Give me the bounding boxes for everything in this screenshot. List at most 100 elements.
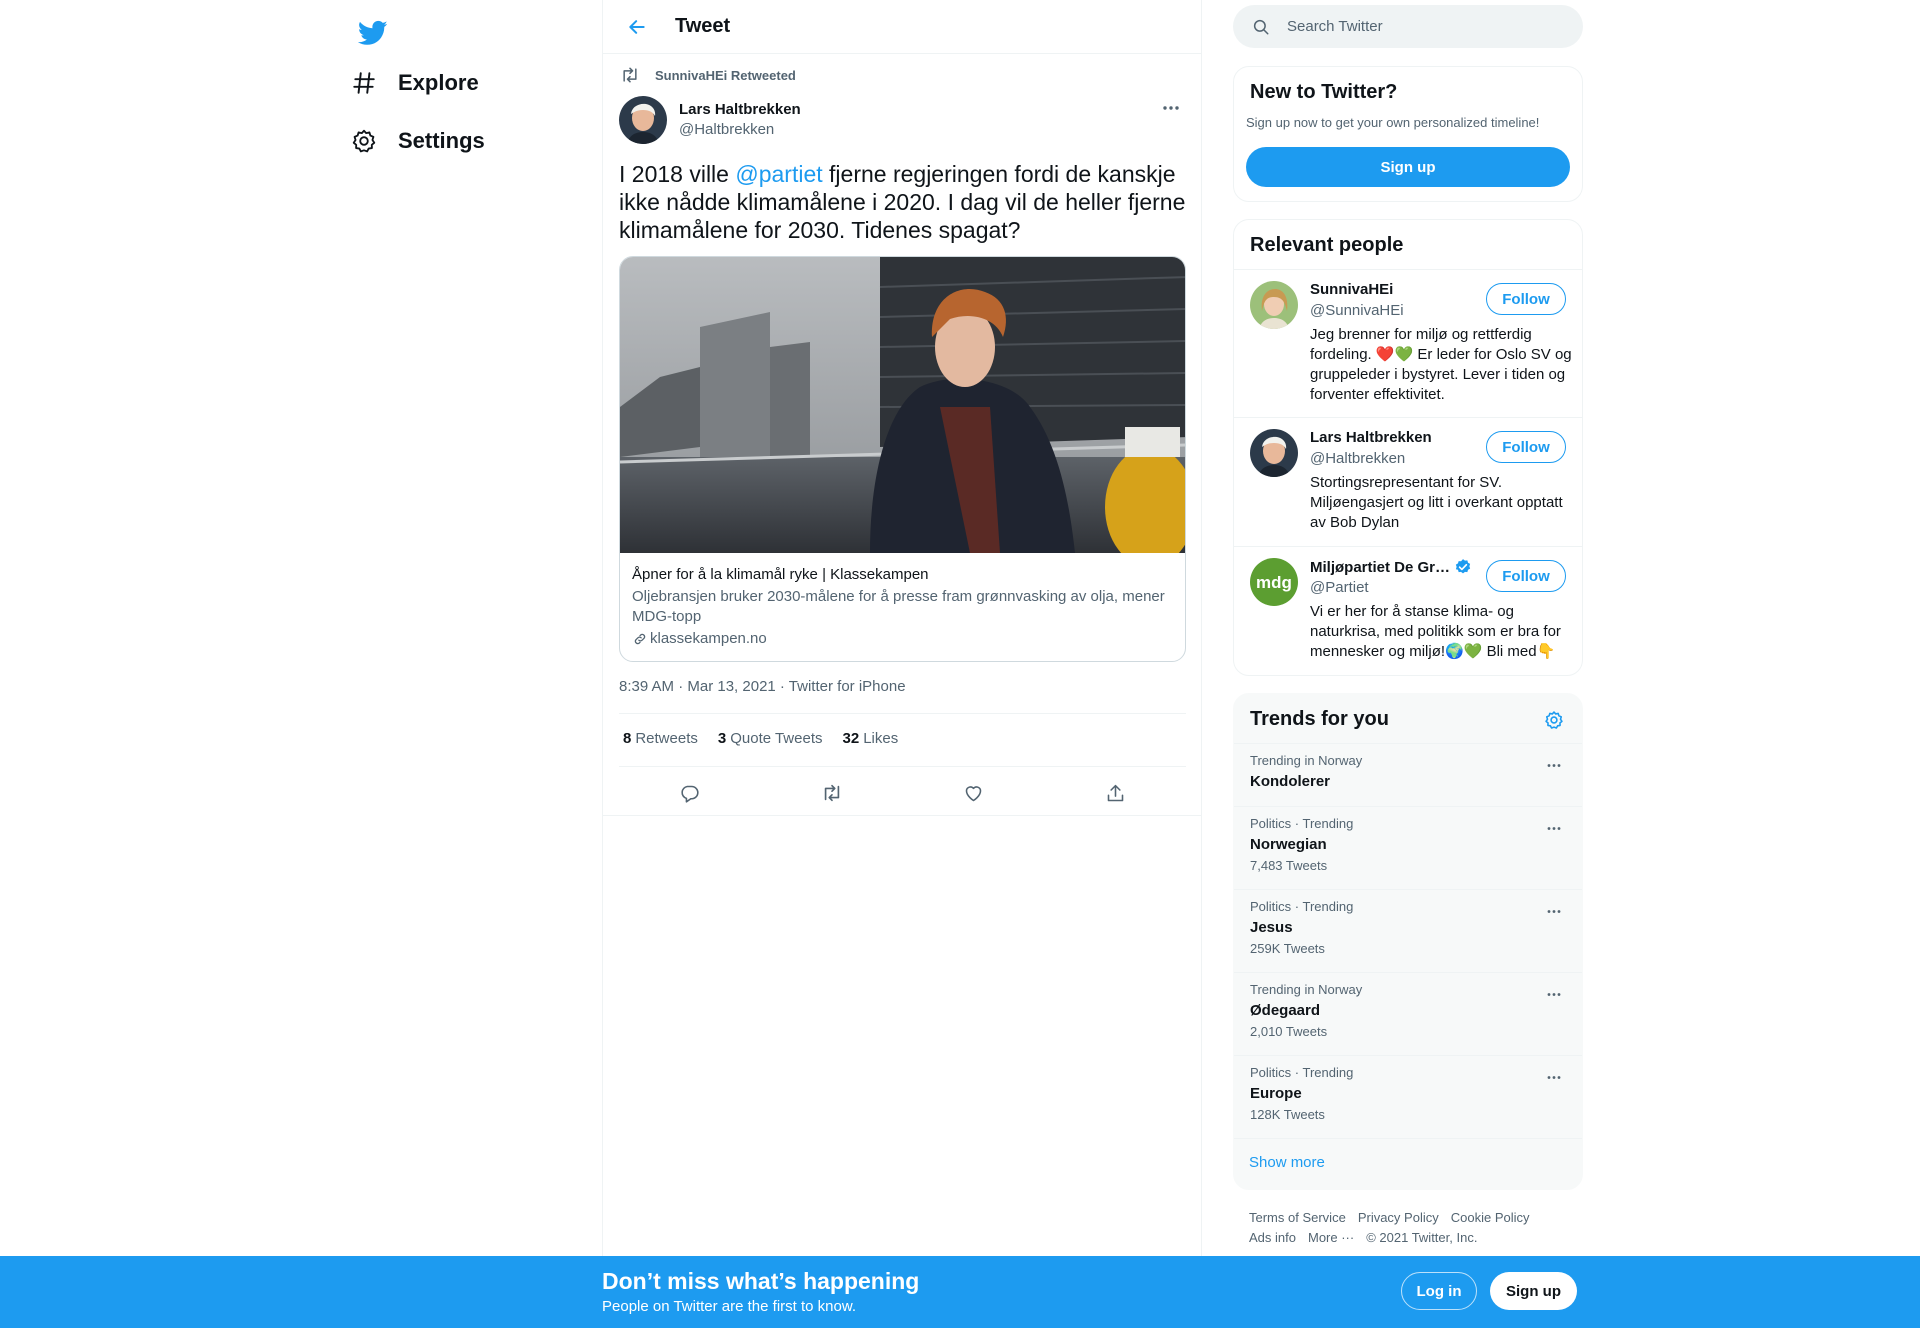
footer-link[interactable]: Privacy Policy xyxy=(1358,1210,1439,1225)
search-bar[interactable] xyxy=(1233,5,1583,48)
twitter-bird-icon[interactable] xyxy=(350,10,396,56)
card-title: Åpner for å la klimamål ryke | Klassekam… xyxy=(632,566,929,583)
like-button[interactable] xyxy=(956,776,990,810)
more-dots-icon xyxy=(1547,826,1561,830)
trend-item[interactable]: Trending in Norway Ødegaard 2,010 Tweets xyxy=(1234,972,1582,1055)
trend-context: Trending in Norway xyxy=(1250,982,1363,997)
share-button[interactable] xyxy=(1098,776,1132,810)
heart-icon xyxy=(965,785,982,801)
divider xyxy=(619,766,1186,767)
avatar[interactable] xyxy=(1250,429,1298,477)
panel-title: Trends for you xyxy=(1250,708,1389,730)
main-column: Tweet SunnivaHEi Retweeted Lars Haltbrek… xyxy=(602,0,1202,1328)
retweet-icon xyxy=(824,784,839,802)
footer-link[interactable]: Ads info xyxy=(1249,1230,1296,1245)
person-partiet[interactable]: mdg Miljøpartiet De Gr… @Partiet Follow … xyxy=(1234,546,1582,676)
reply-button[interactable] xyxy=(673,776,707,810)
page-header: Tweet xyxy=(603,0,1201,54)
person-name[interactable]: SunnivaHEi xyxy=(1310,281,1393,298)
person-bio: Vi er her for å stanse klima- og naturkr… xyxy=(1310,603,1561,660)
follow-button[interactable]: Follow xyxy=(1486,283,1566,315)
retweet-icon xyxy=(619,64,641,86)
hashtag-icon xyxy=(348,67,380,99)
trend-count: 128K Tweets xyxy=(1250,1107,1325,1122)
person-name-row[interactable]: Miljøpartiet De Gr… xyxy=(1310,558,1472,576)
trend-context: Politics · Trending xyxy=(1250,1065,1354,1080)
trend-context: Politics · Trending xyxy=(1250,816,1354,831)
avatar[interactable] xyxy=(1250,281,1298,329)
gear-icon xyxy=(348,125,380,157)
trend-more-button[interactable] xyxy=(1542,818,1566,838)
trend-name: Kondolerer xyxy=(1250,773,1331,790)
panel-subtitle: Sign up now to get your own personalized… xyxy=(1246,115,1540,130)
trend-more-button[interactable] xyxy=(1542,1067,1566,1087)
follow-button[interactable]: Follow xyxy=(1486,431,1566,463)
trend-item[interactable]: Politics · Trending Norwegian 7,483 Twee… xyxy=(1234,806,1582,889)
person-sunnivahei[interactable]: SunnivaHEi @SunnivaHEi Follow Jeg brenne… xyxy=(1234,269,1582,417)
footer-link[interactable]: Terms of Service xyxy=(1249,1210,1346,1225)
tweet-author[interactable]: Lars Haltbrekken @Haltbrekken xyxy=(619,96,801,144)
trends-panel: Trends for you Trending in Norway Kondol… xyxy=(1233,693,1583,1190)
new-to-twitter-panel: New to Twitter? Sign up now to get your … xyxy=(1233,66,1583,202)
signup-button[interactable]: Sign up xyxy=(1246,147,1570,187)
person-haltbrekken[interactable]: Lars Haltbrekken @Haltbrekken Follow Sto… xyxy=(1234,417,1582,546)
signup-button[interactable]: Sign up xyxy=(1490,1272,1577,1310)
card-image[interactable] xyxy=(620,257,1185,553)
footer-link[interactable]: More ··· xyxy=(1308,1230,1354,1245)
trend-name: Jesus xyxy=(1250,919,1293,936)
retweets-count[interactable]: 8 Retweets xyxy=(623,730,698,747)
tweet-actions xyxy=(619,776,1186,808)
follow-button[interactable]: Follow xyxy=(1486,560,1566,592)
banner-title: Don’t miss what’s happening xyxy=(602,1268,920,1294)
trend-name: Europe xyxy=(1250,1085,1302,1102)
arrow-left-icon xyxy=(629,19,645,34)
nav-item-settings[interactable]: Settings xyxy=(348,116,485,166)
trend-name: Norwegian xyxy=(1250,836,1327,853)
card-domain: klassekampen.no xyxy=(632,629,1173,649)
author-handle[interactable]: @Haltbrekken xyxy=(679,120,801,140)
stat-number: 8 xyxy=(623,730,632,747)
nav-item-explore[interactable]: Explore xyxy=(348,58,479,108)
trends-settings-button[interactable] xyxy=(1542,708,1566,732)
trend-count: 259K Tweets xyxy=(1250,941,1325,956)
trend-more-button[interactable] xyxy=(1542,984,1566,1004)
trend-item[interactable]: Politics · Trending Jesus 259K Tweets xyxy=(1234,889,1582,972)
link-icon xyxy=(632,631,648,647)
panel-title: Relevant people xyxy=(1250,234,1404,256)
retweet-context[interactable]: SunnivaHEi Retweeted xyxy=(619,64,796,86)
avatar[interactable] xyxy=(619,96,667,144)
trend-more-button[interactable] xyxy=(1542,755,1566,775)
search-input[interactable] xyxy=(1287,18,1547,35)
person-handle[interactable]: @Partiet xyxy=(1310,579,1369,596)
more-dots-icon xyxy=(1547,1075,1561,1079)
link-card[interactable]: Åpner for å la klimamål ryke | Klassekam… xyxy=(619,256,1186,662)
show-more-link[interactable]: Show more xyxy=(1249,1154,1325,1171)
login-button[interactable]: Log in xyxy=(1401,1272,1477,1310)
person-handle[interactable]: @Haltbrekken xyxy=(1310,450,1405,467)
trend-item[interactable]: Politics · Trending Europe 128K Tweets xyxy=(1234,1055,1582,1138)
author-name[interactable]: Lars Haltbrekken xyxy=(679,100,801,120)
tweet-timestamp[interactable]: 8:39 AM · Mar 13, 2021 · Twitter for iPh… xyxy=(619,678,906,695)
signup-banner: Don’t miss what’s happening People on Tw… xyxy=(0,1256,1920,1328)
trend-count: 7,483 Tweets xyxy=(1250,858,1328,873)
trend-more-button[interactable] xyxy=(1542,901,1566,921)
trend-item[interactable]: Trending in Norway Kondolerer xyxy=(1234,743,1582,806)
quote-tweets-count[interactable]: 3 Quote Tweets xyxy=(718,730,823,747)
back-button[interactable] xyxy=(619,9,655,45)
verified-badge-icon xyxy=(1454,558,1472,576)
divider xyxy=(1234,1138,1582,1139)
avatar[interactable]: mdg xyxy=(1250,558,1298,606)
person-bio: Stortingsrepresentant for SV. Miljøengas… xyxy=(1310,474,1563,531)
nav-label-explore: Explore xyxy=(398,70,479,95)
tweet-text-part: I 2018 ville xyxy=(619,161,736,187)
mention-link[interactable]: @partiet xyxy=(735,161,822,187)
card-description: Oljebransjen bruker 2030-målene for å pr… xyxy=(632,588,1165,625)
retweeted-by-label: SunnivaHEi Retweeted xyxy=(655,67,796,83)
more-dots-icon xyxy=(1547,763,1561,767)
retweet-button[interactable] xyxy=(815,776,849,810)
likes-count[interactable]: 32 Likes xyxy=(843,730,899,747)
person-handle[interactable]: @SunnivaHEi xyxy=(1310,302,1404,319)
more-options-button[interactable] xyxy=(1157,98,1185,118)
person-name[interactable]: Lars Haltbrekken xyxy=(1310,429,1432,446)
footer-link[interactable]: Cookie Policy xyxy=(1451,1210,1530,1225)
